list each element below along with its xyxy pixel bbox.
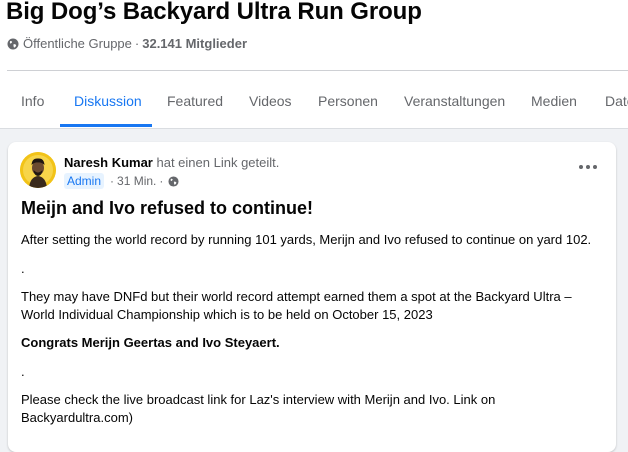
tab-featured[interactable]: Featured — [167, 71, 223, 128]
post-paragraph: They may have DNFd but their world recor… — [21, 289, 572, 322]
active-tab-indicator — [60, 124, 152, 127]
group-header: Big Dog’s Backyard Ultra Run Group Öffen… — [0, 0, 628, 129]
post-paragraph: Congrats Merijn Geertas and Ivo Steyaert… — [21, 335, 280, 350]
tab-events[interactable]: Veranstaltungen — [404, 71, 505, 128]
meta-separator: · — [159, 174, 164, 188]
tab-videos[interactable]: Videos — [249, 71, 292, 128]
post-action-text: hat einen Link geteilt. — [156, 155, 280, 170]
group-tabs: Info Diskussion Featured Videos Personen… — [0, 71, 628, 128]
group-title[interactable]: Big Dog’s Backyard Ultra Run Group — [6, 0, 422, 26]
tab-info[interactable]: Info — [21, 71, 44, 128]
post-card: Naresh Kumar hat einen Link geteilt. Adm… — [8, 142, 616, 452]
post-paragraph: Please check the live broadcast link for… — [21, 392, 496, 425]
more-options-icon[interactable] — [576, 160, 600, 174]
group-members-count[interactable]: 32.141 Mitglieder — [142, 36, 247, 51]
tab-media[interactable]: Medien — [531, 71, 577, 128]
post-title: Meijn and Ivo refused to continue! — [21, 198, 314, 218]
meta-separator: · — [110, 174, 115, 188]
post-author-name[interactable]: Naresh Kumar — [64, 155, 153, 170]
tab-discussion[interactable]: Diskussion — [74, 71, 142, 128]
admin-badge[interactable]: Admin — [64, 173, 105, 189]
post-paragraph: . — [21, 260, 25, 276]
post-timestamp[interactable]: 31 Min. — [117, 174, 156, 188]
post-author-line: Naresh Kumar hat einen Link geteilt. — [64, 155, 279, 170]
post-paragraph: . — [21, 363, 25, 379]
avatar[interactable] — [20, 152, 56, 188]
post-meta: Admin · 31 Min. · — [64, 173, 179, 189]
group-meta: Öffentliche Gruppe · 32.141 Mitglieder — [7, 36, 247, 51]
post-body: After setting the world record by runnin… — [21, 231, 601, 437]
tab-people[interactable]: Personen — [318, 71, 378, 128]
tab-files[interactable]: Date — [605, 71, 628, 128]
globe-icon — [7, 38, 19, 50]
group-privacy: Öffentliche Gruppe — [23, 36, 132, 51]
meta-separator: · — [134, 36, 140, 51]
post-paragraph: After setting the world record by runnin… — [21, 232, 592, 247]
globe-icon — [168, 175, 179, 187]
